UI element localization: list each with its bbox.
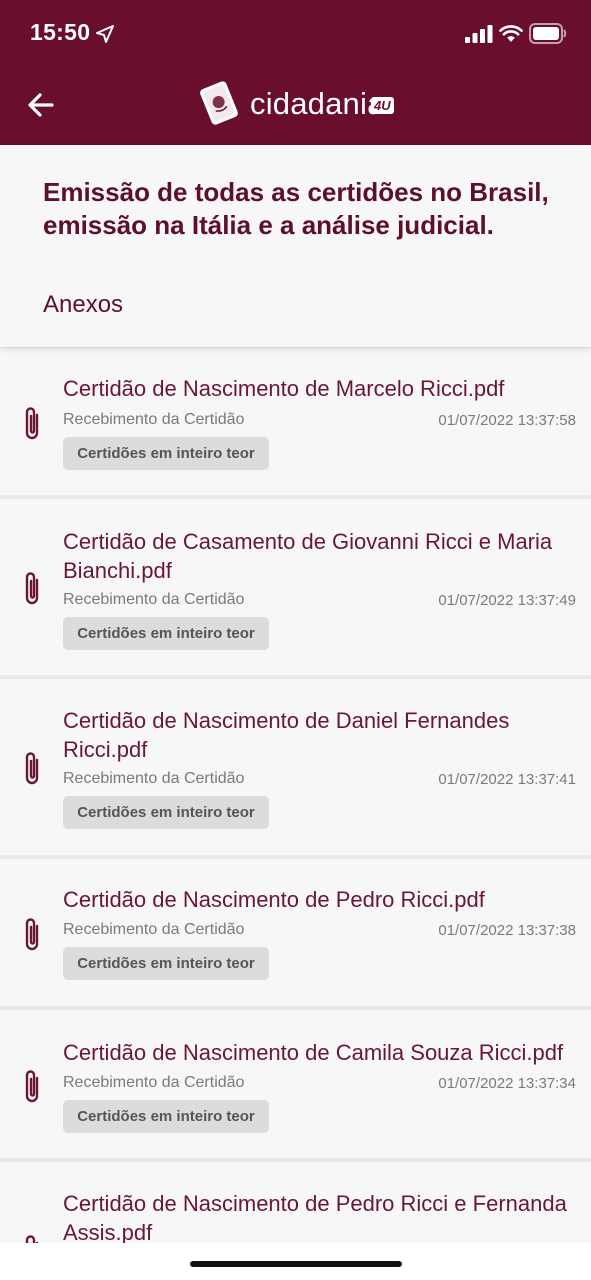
page-title: Emissão de todas as certidões no Brasil,… — [43, 177, 549, 240]
attachment-date: 01/07/2022 13:37:38 — [438, 922, 576, 939]
paperclip-icon — [25, 1235, 39, 1243]
attachment-file-name[interactable]: Certidão de Nascimento de Camila Souza R… — [63, 1038, 579, 1067]
attachment-label: Recebimento da Certidão — [63, 411, 245, 428]
paperclip-icon — [25, 918, 39, 951]
attachment-file-name[interactable]: Certidão de Nascimento de Marcelo Ricci.… — [63, 374, 579, 403]
process-header: Emissão de todas as certidões no Brasil,… — [0, 145, 591, 347]
top-app-bar: 15:50 cidadania 4U — [0, 0, 591, 145]
attachments-list[interactable]: Certidão de Nascimento de Marcelo Ricci.… — [0, 347, 591, 1243]
document-logo-icon — [200, 81, 238, 125]
location-arrow-icon — [96, 25, 114, 43]
wifi-icon — [499, 25, 523, 42]
paperclip-icon — [25, 572, 39, 605]
attachment-date: 01/07/2022 13:37:58 — [438, 412, 576, 429]
attachment-file-name[interactable]: Certidão de Nascimento de Pedro Ricci.pd… — [63, 885, 579, 914]
attachment-tag: Certidões em inteiro teor — [63, 1100, 269, 1133]
battery-icon — [529, 23, 567, 44]
attachment-date: 01/07/2022 13:37:34 — [438, 1075, 576, 1092]
attachment-tag: Certidões em inteiro teor — [63, 796, 269, 829]
attachment-file-name[interactable]: Certidão de Nascimento de Daniel Fernand… — [63, 706, 579, 764]
attachment-file-name[interactable]: Certidão de Nascimento de Pedro Ricci e … — [63, 1189, 579, 1243]
attachment-date: 01/07/2022 13:37:49 — [438, 592, 576, 609]
back-arrow-icon[interactable] — [24, 88, 58, 122]
brand-name: cidadania — [250, 86, 385, 121]
home-indicator-area — [0, 1243, 591, 1280]
attachment-item[interactable]: Certidão de Nascimento de Pedro Ricci.pd… — [0, 859, 591, 1006]
attachment-item[interactable]: Certidão de Casamento de Giovanni Ricci … — [0, 499, 591, 675]
app-screen: 15:50 cidadania 4U Emissão de todas as c… — [0, 0, 591, 1280]
attachment-tag: Certidões em inteiro teor — [63, 617, 269, 650]
attachment-label: Recebimento da Certidão — [63, 770, 245, 787]
attachment-tag: Certidões em inteiro teor — [63, 947, 269, 980]
attachment-file-name[interactable]: Certidão de Casamento de Giovanni Ricci … — [63, 527, 579, 585]
attachment-item[interactable]: Certidão de Nascimento de Pedro Ricci e … — [0, 1162, 591, 1243]
paperclip-icon — [25, 1070, 39, 1103]
attachment-item[interactable]: Certidão de Nascimento de Camila Souza R… — [0, 1010, 591, 1158]
paperclip-icon — [25, 752, 39, 785]
attachment-label: Recebimento da Certidão — [63, 921, 245, 938]
attachment-item[interactable]: Certidão de Nascimento de Marcelo Ricci.… — [0, 348, 591, 495]
attachment-label: Recebimento da Certidão — [63, 591, 245, 608]
paperclip-icon — [25, 407, 39, 440]
brand-badge: 4U — [371, 97, 394, 114]
status-time: 15:50 — [30, 19, 91, 45]
attachment-item[interactable]: Certidão de Nascimento de Daniel Fernand… — [0, 679, 591, 855]
attachment-label: Recebimento da Certidão — [63, 1074, 245, 1091]
attachment-tag: Certidões em inteiro teor — [63, 437, 269, 470]
home-indicator[interactable] — [190, 1261, 402, 1267]
section-subtitle: Anexos — [43, 291, 124, 318]
cellular-signal-icon — [465, 25, 493, 43]
attachment-date: 01/07/2022 13:37:41 — [438, 771, 576, 788]
